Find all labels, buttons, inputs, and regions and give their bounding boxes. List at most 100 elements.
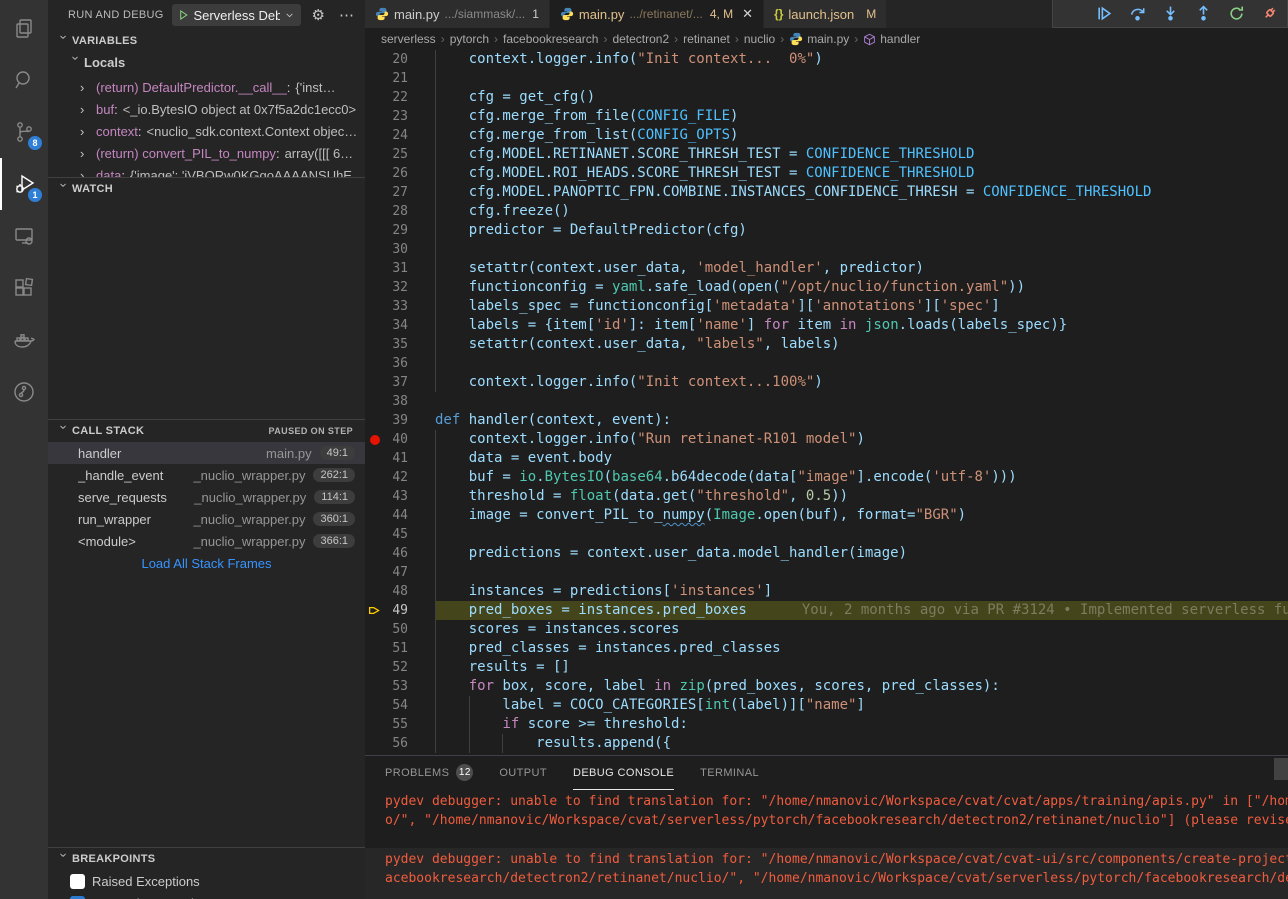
variable-row[interactable]: ›data:{'image': 'iVBORw0KGgoAAAANSUhE…	[48, 164, 365, 177]
step-into-button[interactable]	[1161, 5, 1179, 23]
variables-section-header[interactable]: › VARIABLES	[48, 30, 365, 52]
code-line-text[interactable]: label = COCO_CATEGORIES[int(label)]["nam…	[435, 696, 1288, 715]
code-line-text[interactable]: labels_spec = functionconfig['metadata']…	[435, 297, 1288, 316]
code-line-text[interactable]: pred_classes = instances.pred_classes	[435, 639, 1288, 658]
step-out-button[interactable]	[1194, 5, 1212, 23]
gutter-glyph[interactable]	[365, 373, 385, 392]
gutter-glyph[interactable]	[365, 50, 385, 69]
extensions-icon[interactable]	[0, 262, 48, 314]
tab-launch.json[interactable]: {}launch.jsonM	[764, 0, 886, 28]
code-line-text[interactable]: data = event.body	[435, 449, 1288, 468]
code-line-text[interactable]: def handler(context, event):	[435, 411, 1288, 430]
callstack-frame[interactable]: _handle_event_nuclio_wrapper.py262:1	[48, 464, 365, 486]
code-line-text[interactable]: cfg.merge_from_list(CONFIG_OPTS)	[435, 126, 1288, 145]
callstack-frame[interactable]: run_wrapper_nuclio_wrapper.py360:1	[48, 508, 365, 530]
gutter-glyph[interactable]	[365, 107, 385, 126]
watch-section-header[interactable]: › WATCH	[48, 178, 365, 200]
variable-row[interactable]: ›context:<nuclio_sdk.context.Context obj…	[48, 120, 365, 142]
code-line-text[interactable]: instances = predictions['instances']	[435, 582, 1288, 601]
gutter-glyph[interactable]	[365, 145, 385, 164]
call-stack-section-header[interactable]: › CALL STACK PAUSED ON STEP	[48, 420, 365, 442]
git-graph-icon[interactable]	[0, 366, 48, 418]
gutter-glyph[interactable]	[365, 715, 385, 734]
gutter-glyph[interactable]	[365, 563, 385, 582]
gutter-glyph[interactable]	[365, 620, 385, 639]
code-line-text[interactable]: context.logger.info("Init context... 0%"…	[435, 50, 1288, 69]
code-line-text[interactable]: cfg = get_cfg()	[435, 88, 1288, 107]
code-line-text[interactable]: predictions = context.user_data.model_ha…	[435, 544, 1288, 563]
breakpoints-section-header[interactable]: › BREAKPOINTS	[48, 848, 365, 870]
gutter-glyph[interactable]	[365, 392, 385, 411]
breadcrumb-item[interactable]: facebookresearch	[503, 32, 598, 46]
code-line-text[interactable]: for box, score, label in zip(pred_boxes,…	[435, 677, 1288, 696]
gutter-glyph[interactable]	[365, 335, 385, 354]
disconnect-button[interactable]	[1260, 5, 1278, 23]
search-icon[interactable]	[0, 54, 48, 106]
code-line-text[interactable]	[435, 240, 1288, 259]
gutter-glyph[interactable]	[365, 449, 385, 468]
source-control-icon[interactable]: 8	[0, 106, 48, 158]
code-line-text[interactable]: image = convert_PIL_to_numpy(Image.open(…	[435, 506, 1288, 525]
gear-icon[interactable]: ⚙	[309, 6, 328, 24]
restart-button[interactable]	[1227, 5, 1245, 23]
code-line-text[interactable]: if score >= threshold:	[435, 715, 1288, 734]
code-line-text[interactable]: results.append({	[435, 734, 1288, 753]
gutter-glyph[interactable]	[365, 354, 385, 373]
code-line-text[interactable]: cfg.freeze()	[435, 202, 1288, 221]
gutter-glyph[interactable]	[365, 240, 385, 259]
gutter-glyph[interactable]	[365, 69, 385, 88]
gutter-glyph[interactable]	[365, 506, 385, 525]
callstack-frame[interactable]: handlermain.py49:1	[48, 442, 365, 464]
code-line-text[interactable]: functionconfig = yaml.safe_load(open("/o…	[435, 278, 1288, 297]
launch-config-dropdown[interactable]: Serverless Debu	[172, 4, 301, 26]
callstack-frame[interactable]: serve_requests_nuclio_wrapper.py114:1	[48, 486, 365, 508]
gutter-glyph[interactable]	[365, 126, 385, 145]
load-all-stack-frames-link[interactable]: Load All Stack Frames	[48, 556, 365, 571]
remote-explorer-icon[interactable]	[0, 210, 48, 262]
code-line-text[interactable]: context.logger.info("Run retinanet-R101 …	[435, 430, 1288, 449]
breakpoint-row[interactable]: Uncaught Exceptions	[48, 892, 365, 899]
tab-main.py[interactable]: main.py.../siammask/...1	[365, 0, 549, 28]
breadcrumb-item[interactable]: handler	[863, 32, 920, 46]
gutter-glyph[interactable]	[365, 221, 385, 240]
toolbar-drag-handle[interactable]	[1062, 5, 1080, 23]
breadcrumb-item[interactable]: nuclio	[744, 32, 775, 46]
variable-row[interactable]: ›(return) convert_PIL_to_numpy:array([[[…	[48, 142, 365, 164]
variable-row[interactable]: ›(return) DefaultPredictor.__call__:{'in…	[48, 76, 365, 98]
code-line-text[interactable]: results = []	[435, 658, 1288, 677]
code-line-text[interactable]	[435, 354, 1288, 373]
gutter-glyph[interactable]	[365, 259, 385, 278]
panel-tab-output[interactable]: OUTPUT	[499, 756, 547, 790]
breadcrumb-item[interactable]: pytorch	[450, 32, 489, 46]
gutter-glyph[interactable]	[365, 164, 385, 183]
gutter-glyph[interactable]	[365, 544, 385, 563]
code-line-text[interactable]: setattr(context.user_data, "labels", lab…	[435, 335, 1288, 354]
breadcrumb-item[interactable]: detectron2	[612, 32, 669, 46]
gutter-glyph[interactable]	[365, 468, 385, 487]
breadcrumb-item[interactable]: main.py	[789, 32, 849, 46]
code-line-text[interactable]: labels = {item['id']: item['name'] for i…	[435, 316, 1288, 335]
gutter-glyph[interactable]	[365, 411, 385, 430]
code-line-text[interactable]: cfg.MODEL.PANOPTIC_FPN.COMBINE.INSTANCES…	[435, 183, 1288, 202]
code-line-text[interactable]: predictor = DefaultPredictor(cfg)	[435, 221, 1288, 240]
panel-tab-terminal[interactable]: TERMINAL	[700, 756, 759, 790]
checkbox-unchecked[interactable]	[70, 874, 85, 889]
code-line-text[interactable]	[435, 525, 1288, 544]
code-line-text[interactable]: scores = instances.scores	[435, 620, 1288, 639]
gutter-glyph[interactable]	[365, 677, 385, 696]
code-line-text[interactable]: setattr(context.user_data, 'model_handle…	[435, 259, 1288, 278]
breakpoint-row[interactable]: Raised Exceptions	[48, 870, 365, 892]
current-line-glyph[interactable]	[365, 601, 385, 620]
scope-locals[interactable]: › Locals	[48, 52, 365, 72]
checkbox-checked[interactable]	[70, 896, 85, 899]
gutter-glyph[interactable]	[365, 88, 385, 107]
more-actions-icon[interactable]: ⋯	[336, 6, 357, 24]
gutter-glyph[interactable]	[365, 487, 385, 506]
gutter-glyph[interactable]	[365, 202, 385, 221]
code-line-text[interactable]: cfg.MODEL.ROI_HEADS.SCORE_THRESH_TEST = …	[435, 164, 1288, 183]
gutter-glyph[interactable]	[365, 582, 385, 601]
gutter-glyph[interactable]	[365, 696, 385, 715]
panel-scrollbar[interactable]	[1274, 758, 1288, 780]
explorer-icon[interactable]	[0, 2, 48, 54]
code-line-text[interactable]: pred_boxes = instances.pred_boxesYou, 2 …	[435, 601, 1288, 620]
